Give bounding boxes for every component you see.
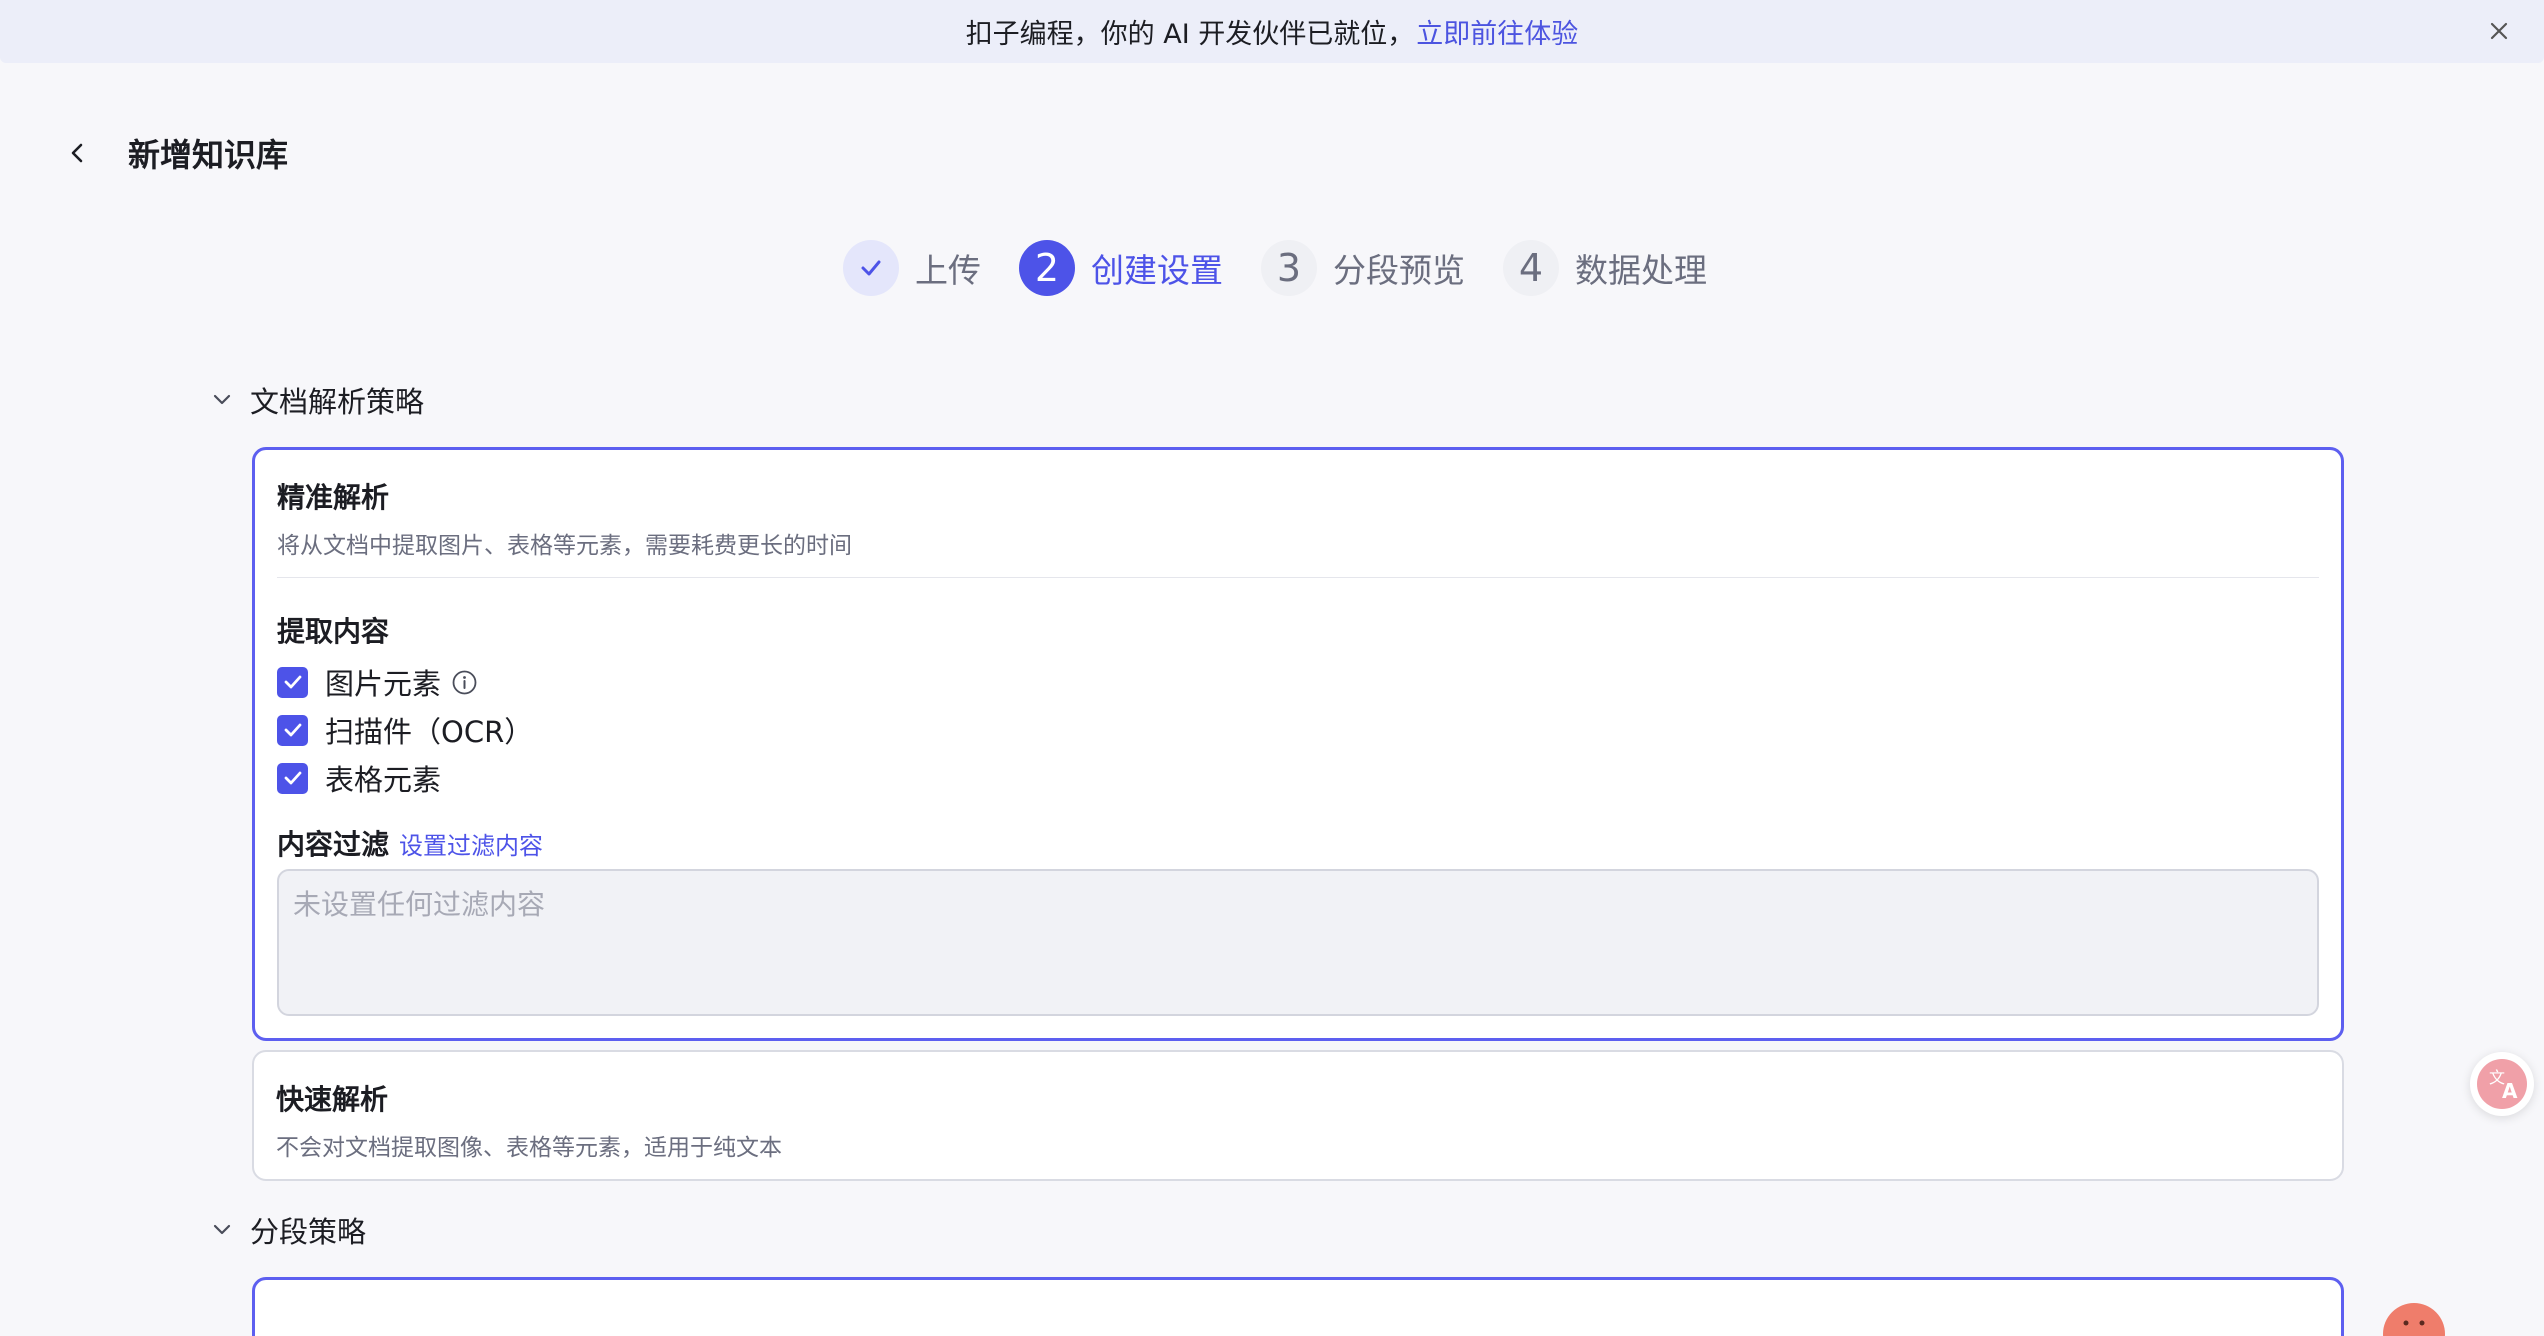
step-1-indicator — [843, 240, 899, 296]
step-1-label: 上传 — [915, 251, 981, 290]
divider — [277, 577, 2319, 578]
checkbox-label: 表格元素 — [325, 763, 442, 797]
check-icon — [861, 260, 881, 276]
option-description: 不会对文档提取图像、表格等元素，适用于纯文本 — [276, 1135, 782, 1161]
page-header: 新增知识库 — [60, 128, 288, 178]
parse-section-toggle[interactable]: 文档解析策略 — [208, 380, 424, 420]
option-table-elements[interactable]: 表格元素 — [277, 760, 442, 797]
chevron-down-icon — [213, 394, 231, 405]
content-filter-box[interactable]: 未设置任何过滤内容 — [277, 869, 2319, 1016]
page: 扣子编程，你的 AI 开发伙伴已就位， 立即前往体验 新增知识库 上传 2 创建… — [0, 0, 2544, 1336]
chevron-left-icon — [71, 143, 83, 163]
fast-parse-option[interactable]: 快速解析 不会对文档提取图像、表格等元素，适用于纯文本 — [252, 1050, 2344, 1181]
close-icon[interactable] — [2484, 16, 2514, 46]
check-icon — [284, 771, 301, 785]
option-description: 将从文档中提取图片、表格等元素，需要耗费更长的时间 — [277, 533, 852, 559]
promo-banner: 扣子编程，你的 AI 开发伙伴已就位， 立即前往体验 — [0, 0, 2544, 63]
checkbox[interactable] — [277, 714, 308, 746]
step-3-label: 分段预览 — [1333, 251, 1465, 290]
precise-parse-option[interactable]: 精准解析 将从文档中提取图片、表格等元素，需要耗费更长的时间 提取内容 图片元素 — [252, 447, 2344, 1041]
checkbox[interactable] — [277, 666, 308, 698]
check-icon — [284, 675, 301, 689]
step-4-label: 数据处理 — [1575, 251, 1707, 290]
checkbox[interactable] — [277, 762, 308, 794]
translate-icon: 文 A — [2477, 1059, 2527, 1109]
page-title: 新增知识库 — [128, 136, 289, 174]
option-title: 快速解析 — [276, 1083, 389, 1116]
step-2-indicator: 2 — [1019, 240, 1075, 296]
step-upload[interactable]: 上传 — [843, 240, 981, 296]
option-ocr[interactable]: 扫描件（OCR） — [277, 712, 534, 749]
section-title: 分段策略 — [250, 1215, 367, 1249]
check-icon — [284, 723, 301, 737]
step-data-processing[interactable]: 4 数据处理 — [1503, 240, 1707, 296]
checkbox-label: 图片元素 — [325, 667, 442, 701]
checkbox-label: 扫描件（OCR） — [325, 715, 534, 749]
step-segment-preview[interactable]: 3 分段预览 — [1261, 240, 1465, 296]
filter-placeholder: 未设置任何过滤内容 — [293, 888, 546, 921]
step-4-indicator: 4 — [1503, 240, 1559, 296]
assistant-avatar[interactable] — [2383, 1303, 2445, 1336]
step-2-label: 创建设置 — [1091, 251, 1223, 290]
segment-option-card[interactable] — [252, 1277, 2344, 1336]
back-button[interactable] — [60, 135, 96, 171]
step-create-settings[interactable]: 2 创建设置 — [1019, 240, 1223, 296]
option-image-elements[interactable]: 图片元素 — [277, 664, 478, 701]
content-filter-header: 内容过滤 设置过滤内容 — [277, 823, 543, 863]
face-icon — [2403, 1320, 2425, 1326]
translate-button[interactable]: 文 A — [2470, 1052, 2534, 1116]
extract-content-title: 提取内容 — [277, 615, 390, 648]
banner-text: 扣子编程，你的 AI 开发伙伴已就位， — [965, 19, 1415, 50]
section-title: 文档解析策略 — [250, 385, 425, 419]
chevron-down-icon — [213, 1224, 231, 1235]
info-icon[interactable] — [451, 669, 478, 696]
step-3-indicator: 3 — [1261, 240, 1317, 296]
set-filter-link[interactable]: 设置过滤内容 — [399, 826, 543, 861]
content-filter-label: 内容过滤 — [277, 828, 390, 861]
svg-text:A: A — [2502, 1079, 2518, 1103]
stepper: 上传 2 创建设置 3 分段预览 4 数据处理 — [843, 238, 1745, 298]
banner-link[interactable]: 立即前往体验 — [1416, 12, 1578, 51]
segment-section-toggle[interactable]: 分段策略 — [208, 1210, 366, 1250]
option-title: 精准解析 — [277, 481, 390, 514]
